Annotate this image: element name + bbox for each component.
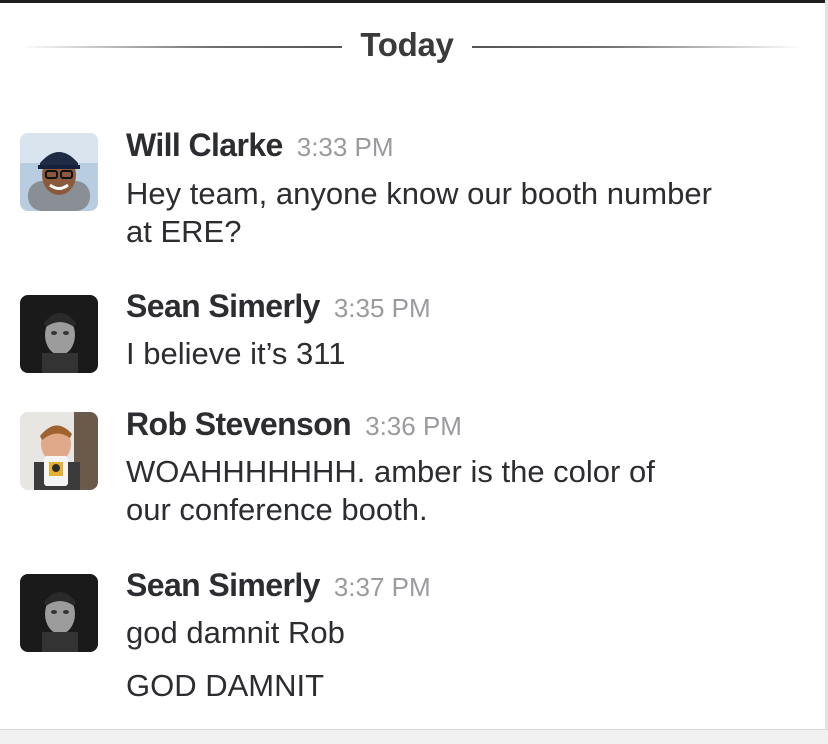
- message-header: Rob Stevenson 3:36 PM: [126, 406, 462, 446]
- sender-name[interactable]: Rob Stevenson: [126, 406, 352, 442]
- divider-line-left: [20, 46, 342, 48]
- window-top-border: [0, 0, 828, 3]
- message-line: Hey team, anyone know our booth number: [126, 176, 712, 211]
- message-timestamp[interactable]: 3:37 PM: [334, 572, 431, 602]
- avatar-rob-stevenson[interactable]: [20, 412, 98, 490]
- day-divider: Today: [0, 22, 828, 72]
- message-timestamp[interactable]: 3:33 PM: [297, 132, 394, 162]
- message-text: WOAHHHHHHH. amber is the color of our co…: [126, 453, 816, 529]
- message-header: Will Clarke 3:33 PM: [126, 127, 394, 167]
- message-text: Hey team, anyone know our booth number a…: [126, 175, 816, 251]
- message-line: at ERE?: [126, 214, 242, 249]
- message-header: Sean Simerly 3:35 PM: [126, 288, 431, 328]
- message-line: I believe it’s 311: [126, 336, 346, 371]
- message-text: god damnit Rob GOD DAMNIT: [126, 614, 816, 705]
- message-line: god damnit Rob: [126, 615, 345, 650]
- message-line: WOAHHHHHHH. amber is the color of: [126, 454, 655, 489]
- avatar-will-clarke[interactable]: [20, 133, 98, 211]
- message-line: GOD DAMNIT: [126, 668, 325, 703]
- sender-name[interactable]: Will Clarke: [126, 127, 283, 163]
- sender-name[interactable]: Sean Simerly: [126, 567, 320, 603]
- message-input-edge: [0, 729, 828, 744]
- avatar-sean-simerly[interactable]: [20, 574, 98, 652]
- message-header: Sean Simerly 3:37 PM: [126, 567, 431, 607]
- day-divider-label: Today: [360, 26, 454, 63]
- avatar-sean-simerly[interactable]: [20, 295, 98, 373]
- message-timestamp[interactable]: 3:36 PM: [365, 411, 462, 441]
- message-timestamp[interactable]: 3:35 PM: [334, 293, 431, 323]
- message-text: I believe it’s 311: [126, 335, 816, 373]
- message-line: our conference booth.: [126, 492, 428, 527]
- sender-name[interactable]: Sean Simerly: [126, 288, 320, 324]
- divider-line-right: [472, 46, 802, 48]
